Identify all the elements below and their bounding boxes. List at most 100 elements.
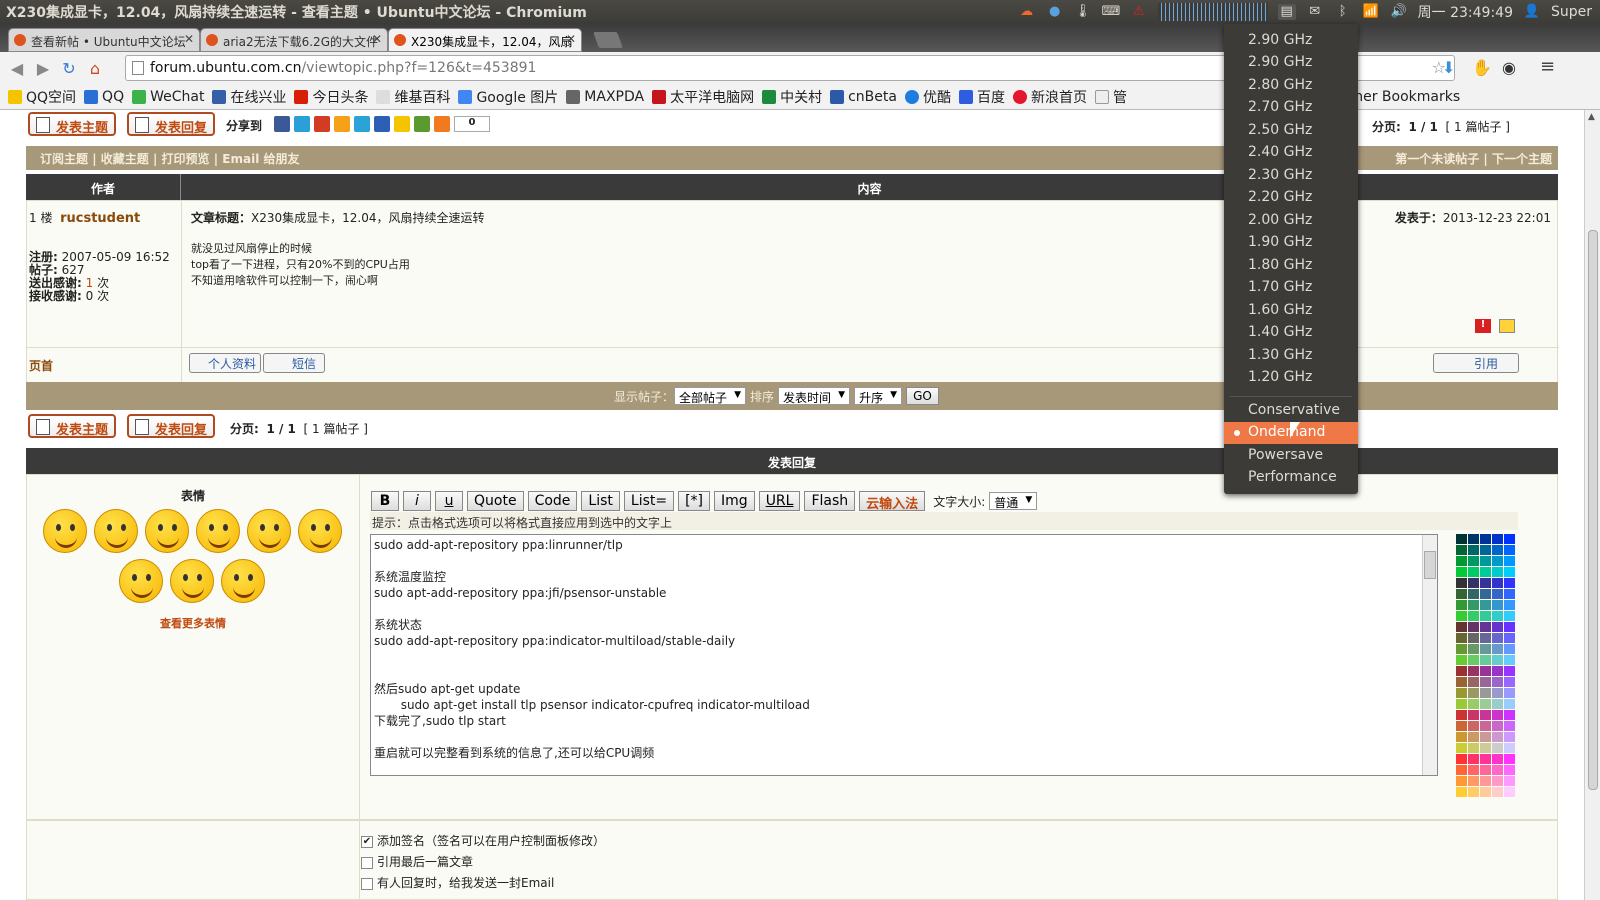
color-swatch[interactable] [1480,710,1491,720]
googleplus-icon[interactable] [314,116,330,132]
color-swatch[interactable] [1456,677,1467,687]
bookmark-wikipedia[interactable]: 维基百科 [376,87,450,107]
color-swatch[interactable] [1504,765,1515,775]
color-swatch[interactable] [1492,578,1503,588]
page-scrollbar[interactable]: ▲ [1584,110,1600,900]
bookmark-topic-link[interactable]: 收藏主题 [101,152,149,166]
bookmark-sina[interactable]: 新浪首页 [1012,87,1087,107]
report-icon[interactable]: ! [1475,319,1491,333]
color-swatch[interactable] [1504,534,1515,544]
color-swatch[interactable] [1456,534,1467,544]
color-swatch[interactable] [1468,633,1479,643]
color-swatch[interactable] [1468,743,1479,753]
color-swatch[interactable] [1492,534,1503,544]
governor-performance[interactable]: Performance [1224,467,1358,489]
color-swatch[interactable] [1504,556,1515,566]
color-swatch[interactable] [1480,556,1491,566]
keyboard-icon[interactable]: ⌨ [1102,4,1121,20]
color-swatch[interactable] [1468,787,1479,797]
scroll-up-icon[interactable]: ▲ [1588,112,1595,122]
color-swatch[interactable] [1504,677,1515,687]
menu-icon[interactable]: ≡ [1540,56,1555,77]
new-tab-button[interactable] [593,32,623,48]
bookmark-cnbeta[interactable]: cnBeta [830,89,897,105]
first-unread-link[interactable]: 第一个未读帖子 [1395,152,1479,166]
color-swatch[interactable] [1456,688,1467,698]
color-swatch[interactable] [1456,633,1467,643]
option-email-notify[interactable]: 有人回复时，给我发送一封Email [361,873,605,894]
url-button[interactable]: URL [758,491,801,511]
color-swatch[interactable] [1492,732,1503,742]
bookmark-qqzone[interactable]: QQ空间 [8,87,76,107]
download-icon[interactable]: ⬇ [1442,58,1455,77]
tab-aria2[interactable]: aria2无法下载6.2G的大文件 ✕ [200,28,388,52]
color-swatch[interactable] [1480,732,1491,742]
governor-conservative[interactable]: Conservative [1224,400,1358,422]
email-notify-checkbox[interactable] [361,877,373,890]
color-swatch[interactable] [1468,534,1479,544]
list-button[interactable]: List [581,491,620,511]
color-swatch[interactable] [1504,644,1515,654]
code-button[interactable]: Code [527,491,578,511]
color-swatch[interactable] [1468,556,1479,566]
top-link[interactable]: 页首 [29,357,53,374]
color-swatch[interactable] [1492,710,1503,720]
color-swatch[interactable] [1492,776,1503,786]
tab-x230[interactable]: X230集成显卡，12.04，风扇 ✕ [388,28,582,52]
smile-emoticon-icon[interactable] [43,509,87,553]
color-swatch[interactable] [1492,545,1503,555]
new-topic-button[interactable]: 发表主题 [28,112,117,136]
network-icon[interactable]: 📶 [1362,4,1380,20]
bluetooth-icon[interactable]: ᛒ [1334,4,1352,20]
cpufreq-icon[interactable]: ▤ [1277,4,1296,20]
bookmark-qq[interactable]: QQ [84,89,124,105]
more-emoticons-link[interactable]: 查看更多表情 [27,615,359,631]
clock[interactable]: 周一 23:49:49 [1418,2,1513,22]
color-swatch[interactable] [1456,732,1467,742]
freq-item[interactable]: 2.30 GHz [1224,165,1358,187]
color-swatch[interactable] [1480,688,1491,698]
color-swatch[interactable] [1468,611,1479,621]
color-swatch[interactable] [1504,688,1515,698]
color-swatch[interactable] [1504,666,1515,676]
laugh-emoticon-icon[interactable] [170,559,214,603]
qq-share-icon[interactable] [354,116,370,132]
color-swatch[interactable] [1492,677,1503,687]
color-swatch[interactable] [1504,633,1515,643]
color-swatch[interactable] [1480,776,1491,786]
extension-icon[interactable]: ✋ [1472,58,1492,77]
color-swatch[interactable] [1504,589,1515,599]
freq-item[interactable]: 2.70 GHz [1224,97,1358,119]
home-icon[interactable]: ⌂ [82,59,108,78]
color-swatch[interactable] [1492,633,1503,643]
weibo-icon[interactable] [334,116,350,132]
color-swatch[interactable] [1456,556,1467,566]
color-swatch[interactable] [1492,765,1503,775]
message-textarea[interactable]: sudo add-apt-repository ppa:linrunner/tl… [370,534,1438,776]
color-palette[interactable] [1456,534,1520,806]
sweat-emoticon-icon[interactable] [298,509,342,553]
img-button[interactable]: Img [714,491,755,511]
freq-item[interactable]: 1.90 GHz [1224,232,1358,254]
color-swatch[interactable] [1480,633,1491,643]
twitter-icon[interactable] [294,116,310,132]
textarea-scroll-thumb[interactable] [1424,551,1436,579]
color-swatch[interactable] [1504,699,1515,709]
color-swatch[interactable] [1480,754,1491,764]
color-swatch[interactable] [1468,776,1479,786]
color-swatch[interactable] [1492,589,1503,599]
quote-last-checkbox[interactable] [361,856,373,869]
textarea-scrollbar[interactable] [1422,535,1437,775]
color-swatch[interactable] [1468,600,1479,610]
color-swatch[interactable] [1456,622,1467,632]
thanks-icon[interactable] [1499,319,1515,333]
show-select[interactable]: 全部帖子 [674,387,747,405]
color-swatch[interactable] [1504,776,1515,786]
subscribe-link[interactable]: 订阅主题 [40,152,88,166]
freq-item[interactable]: 2.20 GHz [1224,187,1358,209]
cloud-ime-button[interactable]: 云输入法 [859,491,926,512]
color-swatch[interactable] [1504,710,1515,720]
color-swatch[interactable] [1468,699,1479,709]
color-swatch[interactable] [1504,732,1515,742]
color-swatch[interactable] [1480,589,1491,599]
